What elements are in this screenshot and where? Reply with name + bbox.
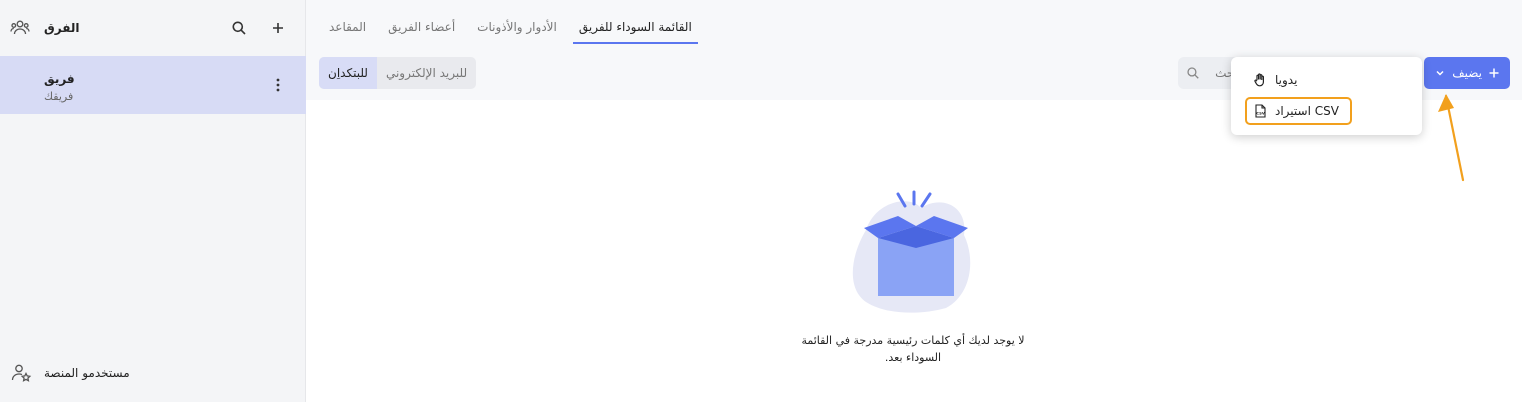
- sidebar-item-team[interactable]: فريق فريقك: [0, 56, 306, 114]
- menu-item-manual-label: يدويا: [1275, 73, 1298, 87]
- add-button[interactable]: يضيف: [1424, 57, 1510, 89]
- chevron-down-icon: [1436, 70, 1444, 76]
- sidebar-item-platform-users[interactable]: مستخدمو المنصة: [0, 356, 306, 390]
- annotation-arrow: [1438, 94, 1465, 182]
- team-name: فريق: [44, 72, 75, 86]
- csv-file-icon: CSV: [1255, 104, 1266, 118]
- search-icon: [1187, 67, 1199, 79]
- tab-roles-permissions[interactable]: الأدوار والأذونات: [471, 12, 563, 44]
- hand-icon: [1254, 73, 1264, 87]
- empty-state-message: لا يوجد لديك أي كلمات رئيسية مدرجة في ال…: [801, 334, 1025, 364]
- tab-team-members[interactable]: أعضاء الفريق: [382, 12, 461, 44]
- svg-text:CSV: CSV: [1256, 111, 1265, 116]
- search-field[interactable]: [1178, 57, 1238, 89]
- add-dropdown-menu: يدويا CSV استيراد CSV: [1231, 57, 1422, 135]
- tab-bar: المقاعد أعضاء الفريق الأدوار والأذونات ا…: [318, 12, 703, 44]
- blacklist-type-toggle: للبتكداِن للبريد الإلكتروني: [319, 57, 477, 89]
- team-subtitle: فريقك: [44, 90, 74, 103]
- add-button-label: يضيف: [1452, 66, 1482, 80]
- more-options-icon[interactable]: [270, 76, 286, 94]
- sidebar-header: الفرق: [0, 0, 306, 56]
- platform-users-label: مستخدمو المنصة: [44, 366, 130, 380]
- sidebar-title: الفرق: [44, 21, 80, 35]
- search-icon[interactable]: [231, 20, 247, 36]
- user-star-icon: [11, 364, 32, 382]
- menu-item-import-csv-label: استيراد CSV: [1275, 104, 1339, 118]
- segment-keywords[interactable]: للبتكداِن: [319, 57, 377, 89]
- plus-icon: [1489, 68, 1499, 78]
- teams-sidebar: الفرق فريق فريقك مستخدمو المنصة: [0, 0, 306, 402]
- team-icon: [10, 20, 30, 35]
- menu-item-manual[interactable]: يدويا: [1231, 66, 1422, 94]
- tab-team-blacklist[interactable]: القائمة السوداء للفريق: [572, 12, 698, 44]
- segment-email[interactable]: للبريد الإلكتروني: [377, 57, 476, 89]
- add-team-icon[interactable]: [270, 20, 286, 36]
- main-content: المقاعد أعضاء الفريق الأدوار والأذونات ا…: [306, 0, 1522, 402]
- empty-box-illustration: [852, 190, 971, 313]
- tab-seats[interactable]: المقاعد: [323, 12, 372, 44]
- menu-item-import-csv[interactable]: CSV استيراد CSV: [1231, 97, 1422, 125]
- empty-state: لا يوجد لديك أي كلمات رئيسية مدرجة في ال…: [706, 190, 1126, 380]
